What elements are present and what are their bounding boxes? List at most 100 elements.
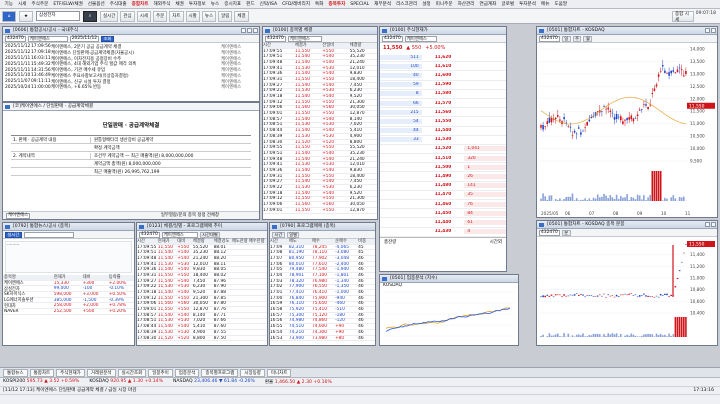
ticks-column-header[interactable]: 대비 (177, 238, 193, 244)
menu-item[interactable]: 신탁/ISA (257, 1, 280, 7)
daily-candle-chart[interactable]: 14,000 13,500 13,000 12,500 12,000 11,500 11,0… (537, 43, 717, 218)
ticks-column-header[interactable]: 체결량 (193, 238, 214, 244)
menu-item[interactable]: 도움말 (552, 1, 570, 7)
menu-item[interactable]: 메뉴 (538, 1, 551, 7)
minimize-icon[interactable] (705, 222, 710, 227)
minimize-icon[interactable] (241, 28, 246, 33)
close-icon[interactable] (253, 28, 258, 33)
menu-item[interactable]: 뉴스 (208, 1, 221, 7)
maximize-icon[interactable] (247, 28, 252, 33)
menu-item[interactable]: CFD/레버리지 (280, 1, 313, 7)
index-ticker-item[interactable]: NASDAQ 23,406.46 ▼ 61.84 -0.26% (173, 379, 255, 384)
chart1-period-week[interactable]: 주 (572, 35, 582, 42)
ticks-column-header[interactable]: 매도잔량 (232, 238, 249, 244)
menu-item[interactable]: 재무분석 (372, 1, 394, 7)
bid-row[interactable]: 11,480 141 (380, 182, 506, 191)
menu-item[interactable]: 시세 (15, 1, 28, 7)
taskbar-window-button[interactable]: 주식현재가 (56, 368, 85, 377)
menu-item[interactable]: 투자분석 (517, 1, 539, 7)
bid-row[interactable]: 11,440 61 (380, 218, 506, 228)
taskbar-window-button[interactable]: 거래원분석 (86, 368, 116, 377)
taskbar-window-button[interactable]: 일봉추이 (148, 368, 173, 377)
close-icon[interactable] (711, 222, 716, 227)
ask-row[interactable]: 59 11,590 (380, 81, 506, 90)
index-ticker-item[interactable]: KOSDAQ 920.95 ▲ 1.30 +0.14% (89, 379, 163, 384)
ask-row[interactable]: 511 11,620 (380, 53, 506, 63)
home-icon[interactable]: ⌂ (2, 10, 16, 22)
stock-search-input[interactable]: 삼성전자 (36, 11, 80, 21)
program-tab-time[interactable]: 시간 (272, 231, 285, 238)
index-ticker-item[interactable]: KOSPI200 595.73 ▲ 3.52 +0.59% (3, 379, 79, 384)
ask-row[interactable]: 54 11,550 (380, 117, 506, 127)
index-ticker-item[interactable]: 환율 1,466.50 ▲ 2.30 +0.16% (265, 379, 332, 385)
bid-row[interactable]: 11,510 320 (380, 154, 506, 164)
menu-item[interactable]: 해외주식 (151, 1, 173, 7)
menu-item[interactable]: 글로벌 (499, 1, 517, 7)
menu-item[interactable]: 기능 (2, 1, 15, 7)
bid-row[interactable]: 11,430 4 (380, 228, 506, 237)
chart1-period-month[interactable]: 월 (583, 35, 593, 42)
bid-row[interactable]: 11,460 76 (380, 200, 506, 210)
watch-column-header[interactable]: 대비 (82, 274, 108, 280)
menu-item[interactable]: 자산관리 (455, 1, 477, 7)
bid-row[interactable]: 11,450 84 (380, 209, 506, 219)
ask-row[interactable]: 33 11,530 (380, 136, 506, 145)
menu-item[interactable]: 연금계좌 (477, 1, 499, 7)
watch-column-header[interactable]: 등락률 (108, 274, 134, 280)
ticks-column-header[interactable]: 시간 (137, 238, 158, 244)
menu-item[interactable]: 리스크관리 (394, 1, 420, 7)
menu-item[interactable]: 증시지표 (222, 1, 244, 7)
menu-item[interactable]: 투자정보 (186, 1, 208, 7)
menu-item[interactable]: 채권 (173, 1, 186, 7)
news-row[interactable]: 2025/10/24 11:00:00 케이엔에스, +6.65% 반등 케이엔에스 (5, 85, 257, 91)
ask-row[interactable]: 66 11,570 (380, 99, 506, 109)
menu-item[interactable]: 특화 (312, 1, 325, 7)
ticks-column-header[interactable]: 매수잔량 (249, 238, 267, 244)
favorite-icon[interactable]: ★ (19, 10, 33, 22)
watch-column-header[interactable]: 현재가 (53, 274, 82, 280)
ticks-column-header[interactable]: 현재가 (158, 238, 178, 244)
market-overview-button[interactable]: 종합 시세 (672, 11, 694, 23)
program-column-header[interactable]: 매수 (312, 238, 335, 244)
menu-item[interactable]: 선물옵션 (85, 1, 107, 7)
toolbar-button[interactable]: 체결 (234, 10, 249, 22)
bid-row[interactable]: 11,520 1,041 (380, 145, 506, 155)
ask-row[interactable]: 215 11,560 (380, 108, 506, 118)
chart2-code-input[interactable]: 432470 (539, 229, 560, 236)
query-button[interactable]: 조회 (101, 35, 114, 42)
menu-item[interactable]: 미니주문 (433, 1, 455, 7)
taskbar-window-button[interactable]: 통합차트 (29, 368, 55, 377)
toolbar-button[interactable]: 관심 (120, 10, 135, 22)
ask-row[interactable]: 8 11,580 (380, 90, 506, 99)
toolbar-button[interactable]: 실시간 (100, 10, 119, 22)
menu-item[interactable]: 설정 (420, 1, 433, 7)
ask-row[interactable]: 44 11,540 (380, 127, 506, 136)
menu-item[interactable]: 주식대출 (107, 1, 129, 7)
toolbar-button[interactable]: 알림 (218, 10, 233, 22)
minimize-icon[interactable] (705, 28, 710, 33)
menu-item[interactable]: 펀드 (244, 1, 257, 7)
stock-code-input[interactable]: 432470 (5, 35, 26, 42)
date-input[interactable]: 2025/11/12 (69, 35, 100, 42)
watch-row[interactable]: NAVER 252,500 +500 +0.20% (3, 309, 134, 315)
toolbar-button[interactable]: 뉴스 (201, 10, 217, 22)
trade-code[interactable]: 432470 (265, 35, 286, 42)
chart2-period-min[interactable]: 분 (561, 229, 571, 236)
chart1-code-input[interactable]: 432470 (539, 35, 560, 42)
ask-row[interactable]: 100 11,610 (380, 62, 506, 72)
program-column-header[interactable]: 순매수 (335, 238, 358, 244)
ask-row[interactable]: 40 11,600 (380, 71, 506, 81)
close-icon[interactable] (711, 28, 716, 33)
menu-item[interactable]: SPECIAL (348, 2, 372, 7)
orderbook-code-input[interactable]: 432470 (382, 35, 403, 42)
taskbar-window-button[interactable]: 통합뉴스 (3, 368, 28, 377)
search-icon[interactable]: ⌕ (83, 10, 97, 22)
taskbar-window-button[interactable]: 종목별프로그램 (201, 368, 239, 377)
ticks-column-header[interactable]: 체결강도 (214, 238, 232, 244)
taskbar-window-button[interactable]: 실시간조회 (117, 368, 147, 377)
menu-item[interactable]: ETF/ELW/채권 (51, 1, 85, 7)
ticks-code[interactable]: 432470 (139, 231, 160, 238)
program-column-header[interactable]: 시간 (270, 238, 289, 244)
taskbar-window-button[interactable]: 시장동향 (240, 368, 265, 377)
toolbar-button[interactable]: 주문 (152, 10, 168, 22)
